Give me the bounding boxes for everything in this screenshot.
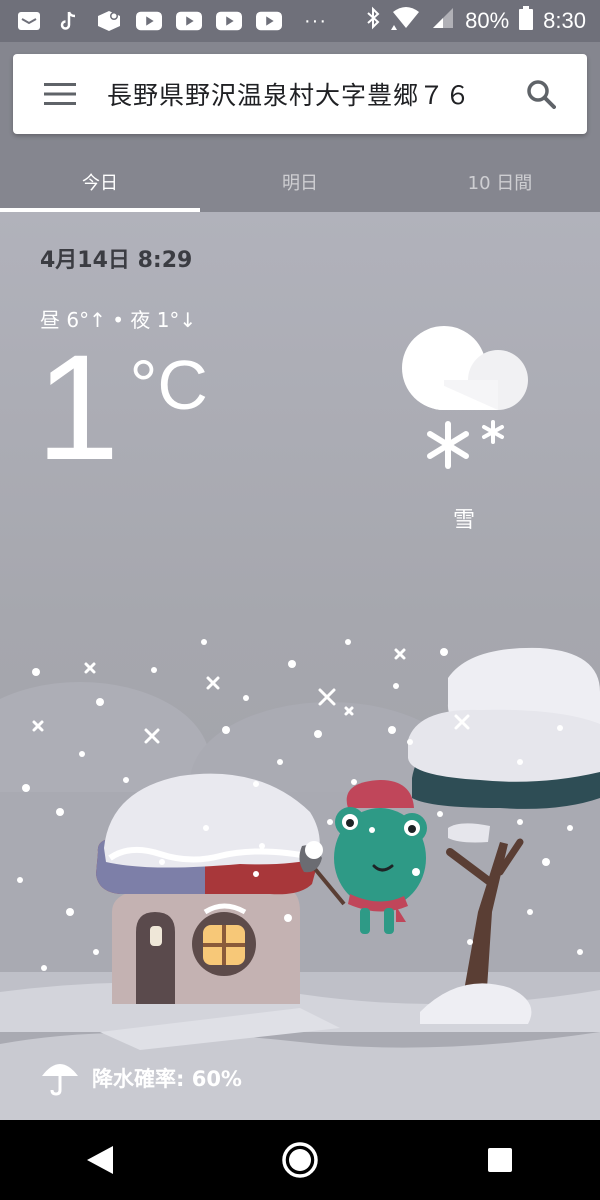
weather-panel: 4月14日 8:29 昼 6°↑ • 夜 1°↓ 1 °C 雪 降水確率: 60… — [0, 212, 600, 1120]
snow-icon — [402, 326, 528, 469]
search-button[interactable] — [495, 54, 587, 134]
youtube-icon — [136, 10, 162, 32]
status-bar: ··· 80% 8:30 — [0, 0, 600, 42]
menu-icon — [44, 83, 76, 105]
bluetooth-icon — [365, 6, 381, 36]
current-temperature: 1 °C — [36, 332, 208, 482]
wifi-icon — [391, 6, 421, 36]
tab-tomorrow[interactable]: 明日 — [200, 152, 400, 212]
tab-10-days[interactable]: 10 日間 — [400, 152, 600, 212]
battery-label: 80% — [465, 8, 510, 33]
app-header: 長野県野沢温泉村大字豊郷７６ 今日 明日 10 日間 — [0, 42, 600, 212]
notification-icons: ··· — [0, 10, 327, 33]
recents-icon — [488, 1148, 512, 1172]
umbrella-icon — [42, 1064, 78, 1096]
back-icon — [87, 1146, 113, 1174]
recents-button[interactable] — [450, 1120, 550, 1200]
navigation-bar — [0, 1120, 600, 1200]
weather-illustration — [0, 639, 600, 1120]
tiktok-icon — [56, 10, 82, 32]
date-time: 4月14日 8:29 — [40, 248, 193, 273]
youtube-icon — [176, 10, 202, 32]
clock: 8:30 — [543, 8, 586, 33]
home-button[interactable] — [250, 1120, 350, 1200]
location-text[interactable]: 長野県野沢温泉村大字豊郷７６ — [107, 76, 495, 112]
search-icon — [527, 80, 556, 109]
condition-label: 雪 — [452, 508, 475, 533]
house — [96, 773, 320, 1004]
home-icon — [282, 1142, 318, 1178]
precipitation-text: 降水確率: 60% — [92, 1067, 242, 1091]
app-icon — [96, 10, 122, 32]
battery-icon — [519, 6, 534, 36]
mail-icon — [16, 10, 42, 32]
back-button[interactable] — [50, 1120, 150, 1200]
system-icons: 80% 8:30 — [365, 6, 600, 36]
day-tabs: 今日 明日 10 日間 — [0, 152, 600, 212]
tab-today[interactable]: 今日 — [0, 152, 200, 212]
temperature-unit: °C — [129, 346, 208, 424]
youtube-icon — [256, 10, 282, 32]
youtube-icon — [216, 10, 242, 32]
more-notifications: ··· — [304, 9, 327, 32]
menu-button[interactable] — [13, 54, 107, 134]
temperature-value: 1 — [36, 323, 120, 491]
signal-icon — [431, 7, 455, 35]
search-card[interactable]: 長野県野沢温泉村大字豊郷７６ — [13, 54, 587, 134]
precipitation: 降水確率: 60% — [40, 1060, 242, 1096]
